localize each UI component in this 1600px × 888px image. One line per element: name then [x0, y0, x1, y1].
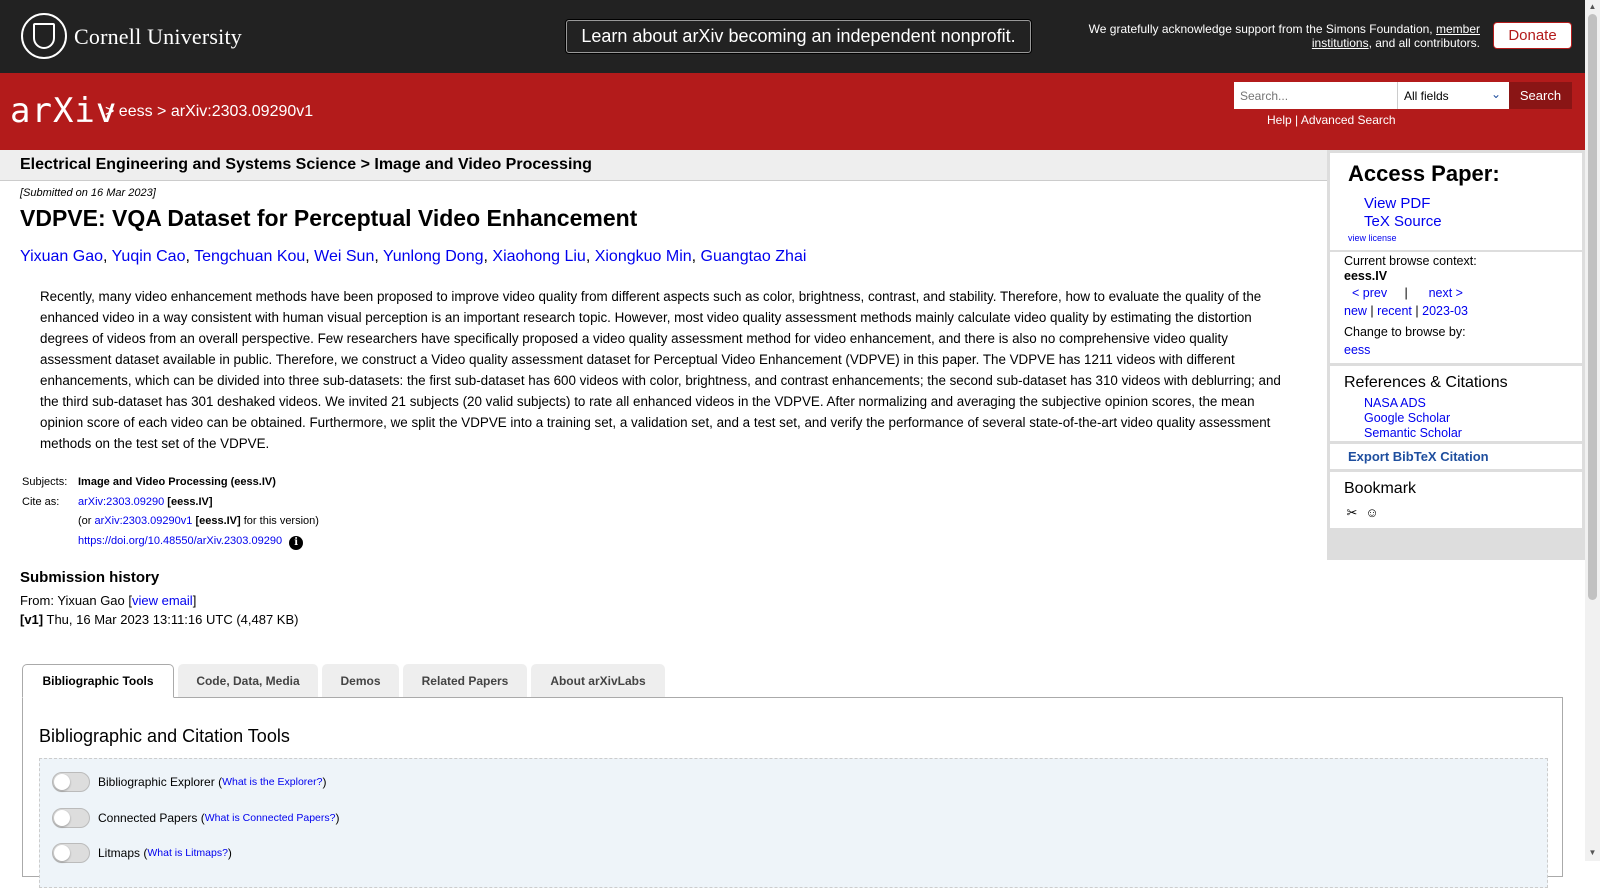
author-link[interactable]: Guangtao Zhai [701, 248, 807, 265]
breadcrumb-archive-link[interactable]: eess [119, 103, 153, 120]
bookmark-box: Bookmark ✂ ☺ [1330, 472, 1582, 528]
next-link[interactable]: next > [1429, 286, 1463, 300]
author-separator: , [374, 248, 383, 265]
tab-demos[interactable]: Demos [322, 664, 399, 697]
author-link[interactable]: Xiaohong Liu [492, 248, 585, 265]
nasa-ads-link[interactable]: NASA ADS [1364, 396, 1426, 410]
view-email-link[interactable]: view email [132, 593, 193, 608]
what-is-litmaps-link[interactable]: What is Litmaps? [147, 847, 228, 859]
semantic-scholar-link[interactable]: Semantic Scholar [1364, 426, 1462, 440]
tab-bibliographic-tools[interactable]: Bibliographic Tools [22, 664, 174, 698]
search-button[interactable]: Search [1509, 82, 1572, 109]
arxiv-header: arXiv > eess > arXiv:2303.09290v1 All fi… [0, 73, 1585, 150]
author-separator: , [305, 248, 315, 265]
cite-version-link[interactable]: arXiv:2303.09290v1 [95, 515, 193, 527]
toggle-row-explorer: Bibliographic Explorer (What is the Expl… [52, 772, 326, 792]
submission-date: [Submitted on 16 Mar 2023] [20, 187, 156, 199]
arxiv-logo[interactable]: arXiv [10, 91, 117, 131]
scroll-thumb[interactable] [1588, 14, 1597, 600]
metadata-table: Subjects: Image and Video Processing (ee… [22, 476, 319, 550]
cite-id-link[interactable]: arXiv:2303.09290 [78, 496, 164, 508]
reddit-icon[interactable]: ☺ [1363, 505, 1381, 521]
references-box: References & Citations NASA ADS Google S… [1330, 366, 1582, 441]
author-link[interactable]: Wei Sun [314, 248, 374, 265]
chevron-down-icon: ⌄ [1490, 87, 1501, 101]
recent-link[interactable]: recent [1377, 304, 1412, 318]
submission-history-heading: Submission history [20, 569, 160, 586]
browse-context-box: Current browse context: eess.IV < prev |… [1330, 252, 1582, 363]
cornell-seal-icon[interactable] [21, 13, 67, 59]
scroll-down-icon[interactable]: ▼ [1588, 848, 1597, 857]
google-scholar-link[interactable]: Google Scholar [1364, 411, 1450, 425]
author-link[interactable]: Yixuan Gao [20, 248, 103, 265]
export-bibtex-link[interactable]: Export BibTeX Citation [1348, 449, 1489, 464]
toggle-row-litmaps: Litmaps (What is Litmaps?) [52, 843, 232, 863]
submission-from: From: Yixuan Gao [view email] [20, 593, 197, 608]
breadcrumb-paper-id: arXiv:2303.09290v1 [170, 103, 314, 120]
tab-about-arxivlabs[interactable]: About arXivLabs [531, 664, 665, 697]
change-browse-label: Change to browse by: [1344, 325, 1466, 339]
connected-papers-toggle[interactable] [52, 808, 90, 828]
support-acknowledgement: We gratefully acknowledge support from t… [1088, 22, 1480, 50]
author-link[interactable]: Xiongkuo Min [595, 248, 692, 265]
page-scrollbar[interactable]: ▲ ▼ [1585, 0, 1600, 861]
author-link[interactable]: Yunlong Dong [383, 248, 484, 265]
bibliographic-tools-panel: Bibliographic and Citation Tools Bibliog… [22, 697, 1563, 888]
access-paper-box: Access Paper: View PDF TeX Source view l… [1330, 153, 1582, 250]
sidebar: Access Paper: View PDF TeX Source view l… [1327, 150, 1585, 560]
scroll-up-icon[interactable]: ▲ [1588, 2, 1597, 11]
browse-context-value: eess.IV [1344, 269, 1388, 283]
tab-related-papers[interactable]: Related Papers [403, 664, 527, 697]
browse-eess-link[interactable]: eess [1344, 343, 1370, 357]
author-link[interactable]: Yuqin Cao [112, 248, 186, 265]
author-separator: , [585, 248, 595, 265]
subject-header: Electrical Engineering and Systems Scien… [0, 150, 1327, 181]
new-link[interactable]: new [1344, 304, 1367, 318]
litmaps-toggle[interactable] [52, 843, 90, 863]
prev-link[interactable]: < prev [1352, 286, 1387, 300]
toggle-row-connected-papers: Connected Papers (What is Connected Pape… [52, 808, 340, 828]
tab-code-data-media[interactable]: Code, Data, Media [178, 664, 318, 697]
browse-context-label: Current browse context: [1344, 254, 1477, 268]
toggle-list: Bibliographic Explorer (What is the Expl… [39, 758, 1548, 888]
search-help-links: Help | Advanced Search [1267, 113, 1396, 127]
cornell-banner: Cornell University Learn about arXiv bec… [0, 0, 1585, 73]
search-field-select[interactable]: All fields ⌄ [1397, 82, 1509, 109]
what-is-connected-papers-link[interactable]: What is Connected Papers? [205, 812, 336, 824]
search-input[interactable] [1234, 82, 1397, 109]
author-separator: , [103, 248, 112, 265]
donate-button[interactable]: Donate [1493, 22, 1572, 49]
references-heading: References & Citations [1344, 374, 1508, 391]
nonprofit-announcement-button[interactable]: Learn about arXiv becoming an independen… [566, 20, 1031, 53]
bibsonomy-icon[interactable]: ✂ [1343, 505, 1361, 521]
breadcrumb: > eess > arXiv:2303.09290v1 [105, 103, 314, 120]
cornell-university-link[interactable]: Cornell University [74, 24, 242, 50]
bibliographic-explorer-toggle[interactable] [52, 772, 90, 792]
view-pdf-link[interactable]: View PDF [1364, 195, 1430, 212]
help-link[interactable]: Help [1267, 113, 1292, 127]
advanced-search-link[interactable]: Advanced Search [1301, 113, 1396, 127]
abstract: Recently, many video enhancement methods… [40, 289, 1281, 451]
author-link[interactable]: Tengchuan Kou [194, 248, 305, 265]
export-box: Export BibTeX Citation [1330, 444, 1582, 469]
author-separator: , [185, 248, 195, 265]
author-list: Yixuan Gao, Yuqin Cao, Tengchuan Kou, We… [20, 248, 806, 266]
subjects-value: Image and Video Processing (eess.IV) [78, 476, 276, 488]
view-license-link[interactable]: view license [1348, 233, 1397, 243]
paper-title: VDPVE: VQA Dataset for Perceptual Video … [20, 205, 638, 231]
month-link[interactable]: 2023-03 [1422, 304, 1468, 318]
author-separator: , [691, 248, 701, 265]
tex-source-link[interactable]: TeX Source [1364, 213, 1442, 230]
doi-link[interactable]: https://doi.org/10.48550/arXiv.2303.0929… [78, 535, 282, 547]
bookmark-heading: Bookmark [1344, 480, 1417, 497]
cite-as-label: Cite as: [22, 495, 60, 508]
access-paper-heading: Access Paper: [1348, 161, 1500, 186]
info-icon[interactable]: i [289, 535, 304, 550]
version-v1: [v1] Thu, 16 Mar 2023 13:11:16 UTC (4,48… [20, 612, 299, 627]
what-is-explorer-link[interactable]: What is the Explorer? [222, 776, 322, 788]
subjects-label: Subjects: [22, 476, 68, 488]
panel-title: Bibliographic and Citation Tools [39, 726, 290, 746]
